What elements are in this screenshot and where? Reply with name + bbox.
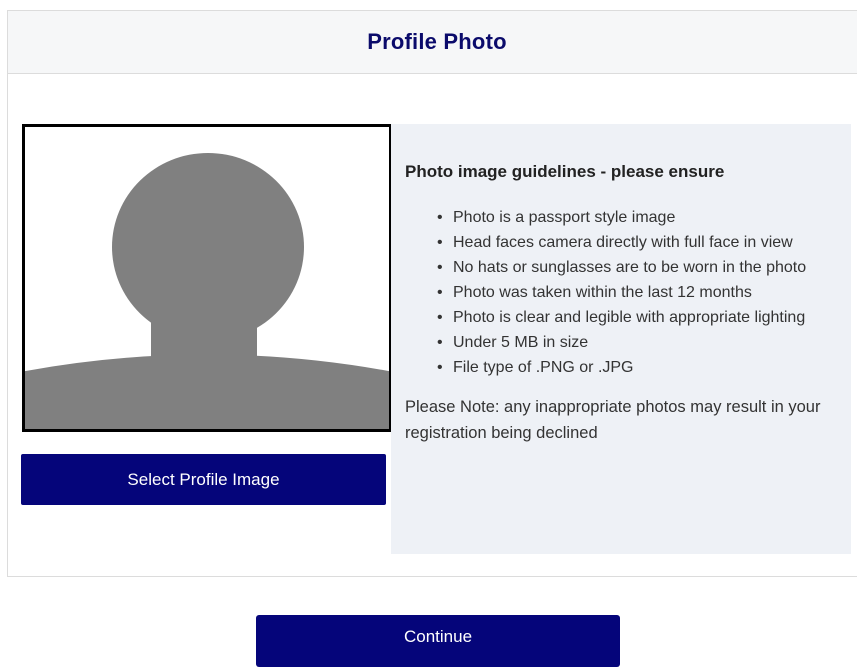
guidelines-heading: Photo image guidelines - please ensure (405, 162, 725, 181)
list-item: No hats or sunglasses are to be worn in … (437, 255, 837, 280)
select-profile-image-button[interactable]: Select Profile Image (21, 454, 386, 505)
list-item: Head faces camera directly with full fac… (437, 230, 837, 255)
list-item: Photo is clear and legible with appropri… (437, 305, 837, 330)
photo-guidelines-panel: Photo image guidelines - please ensure P… (391, 124, 851, 554)
list-item: File type of .PNG or .JPG (437, 355, 837, 380)
profile-photo-preview (22, 124, 392, 432)
avatar-silhouette-icon (25, 153, 389, 429)
list-item: Under 5 MB in size (437, 330, 837, 355)
profile-photo-card: Profile Photo Select Profile Image Photo… (7, 10, 857, 577)
continue-button[interactable]: Continue (256, 615, 620, 667)
guidelines-list: Photo is a passport style image Head fac… (405, 205, 837, 380)
guidelines-note: Please Note: any inappropriate photos ma… (405, 398, 821, 442)
card-header: Profile Photo (8, 11, 857, 74)
list-item: Photo was taken within the last 12 month… (437, 280, 837, 305)
page-title: Profile Photo (367, 29, 507, 54)
list-item: Photo is a passport style image (437, 205, 837, 230)
